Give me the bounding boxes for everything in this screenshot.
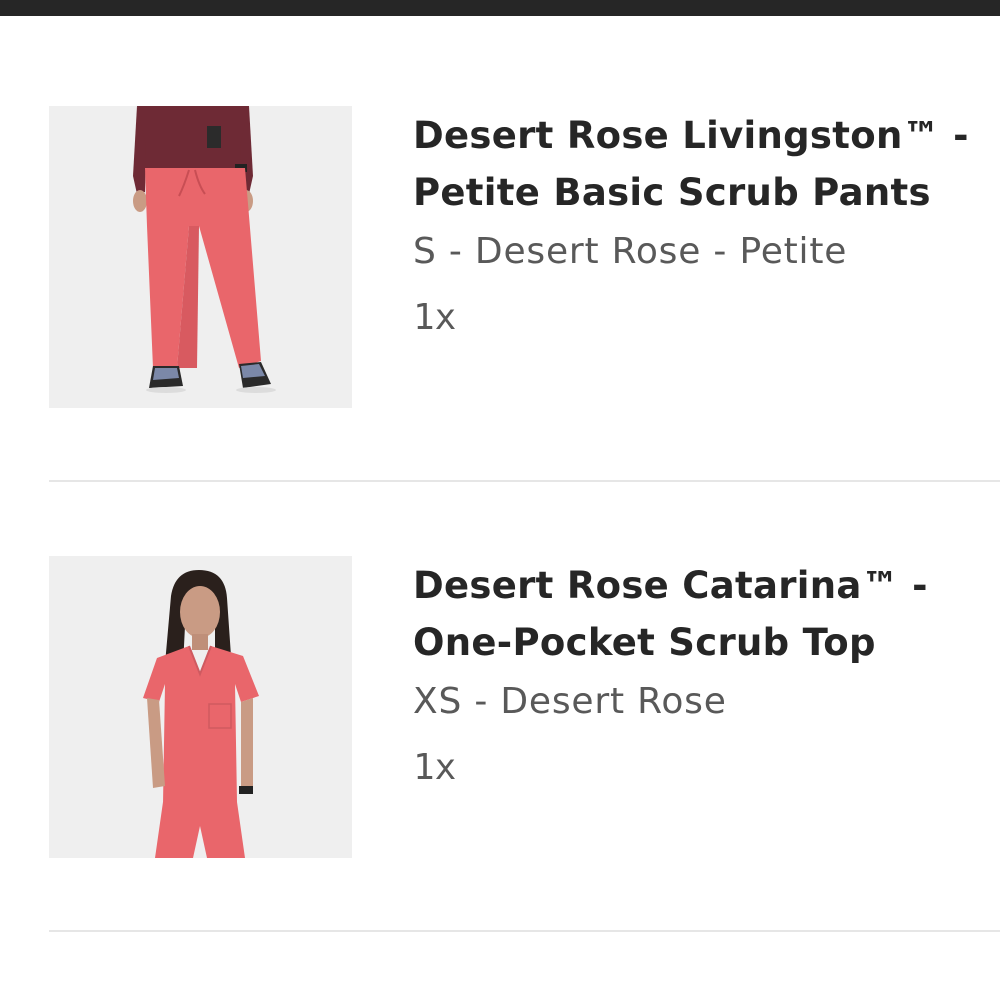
product-quantity: 1x — [413, 747, 457, 788]
product-variant: XS - Desert Rose — [413, 681, 727, 722]
scrub-pants-photo-icon — [49, 106, 352, 408]
product-title-line: One-Pocket Scrub Top — [413, 621, 876, 664]
product-quantity: 1x — [413, 297, 457, 338]
product-variant: S - Desert Rose - Petite — [413, 231, 848, 272]
product-title[interactable]: Desert Rose Livingston™ - Petite Basic S… — [413, 107, 973, 221]
divider — [49, 930, 1000, 932]
divider — [49, 480, 1000, 482]
scrub-top-photo-icon — [49, 556, 352, 858]
product-title-line: Desert Rose Catarina™ - — [413, 564, 928, 607]
product-title[interactable]: Desert Rose Catarina™ - One-Pocket Scrub… — [413, 557, 973, 671]
top-status-bar — [0, 0, 1000, 16]
item-details: Desert Rose Livingston™ - Petite Basic S… — [413, 106, 973, 343]
product-title-line: Petite Basic Scrub Pants — [413, 171, 931, 214]
product-image-scrub-top[interactable] — [49, 556, 352, 858]
product-title-line: Desert Rose Livingston™ - — [413, 114, 969, 157]
item-details: Desert Rose Catarina™ - One-Pocket Scrub… — [413, 556, 973, 793]
product-image-scrub-pants[interactable] — [49, 106, 352, 408]
